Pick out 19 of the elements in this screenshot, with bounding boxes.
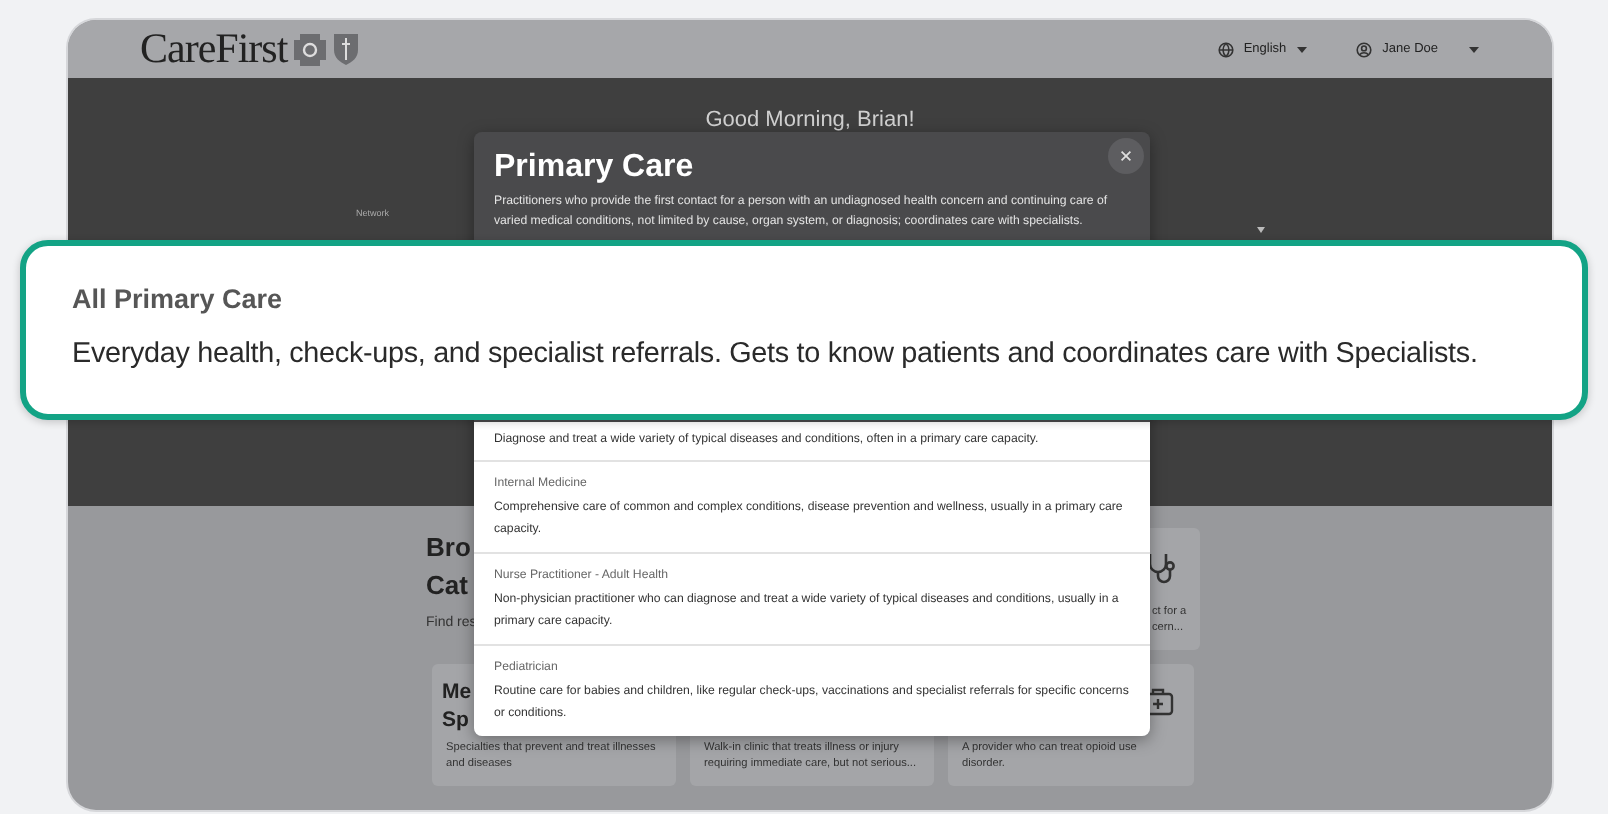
stethoscope-icon bbox=[1144, 550, 1180, 586]
section-heading: Bro bbox=[426, 530, 471, 566]
callout-title: All Primary Care bbox=[72, 284, 283, 314]
cross-icon bbox=[293, 33, 326, 65]
card-title: Sp bbox=[442, 706, 469, 734]
caret-icon[interactable] bbox=[1468, 45, 1480, 53]
greeting-heading: Good Morning, Brian! bbox=[703, 108, 917, 132]
close-button[interactable] bbox=[1108, 138, 1144, 174]
modal-title: Primary Care bbox=[494, 150, 694, 186]
globe-icon bbox=[1217, 41, 1234, 57]
caret-icon[interactable] bbox=[1296, 45, 1309, 53]
shield-icon bbox=[331, 32, 360, 66]
logo-wordmark[interactable]: CareFirst bbox=[140, 24, 288, 74]
section-heading: Cat bbox=[426, 568, 468, 604]
close-icon bbox=[1120, 150, 1132, 162]
card-title: Me bbox=[442, 678, 472, 706]
user-icon bbox=[1356, 41, 1373, 57]
caret-icon[interactable] bbox=[1256, 226, 1266, 234]
callout-description: Everyday health, check-ups, and specialist referrals. Gets to know patients and coordinates care with Specialists. bbox=[72, 338, 1478, 370]
